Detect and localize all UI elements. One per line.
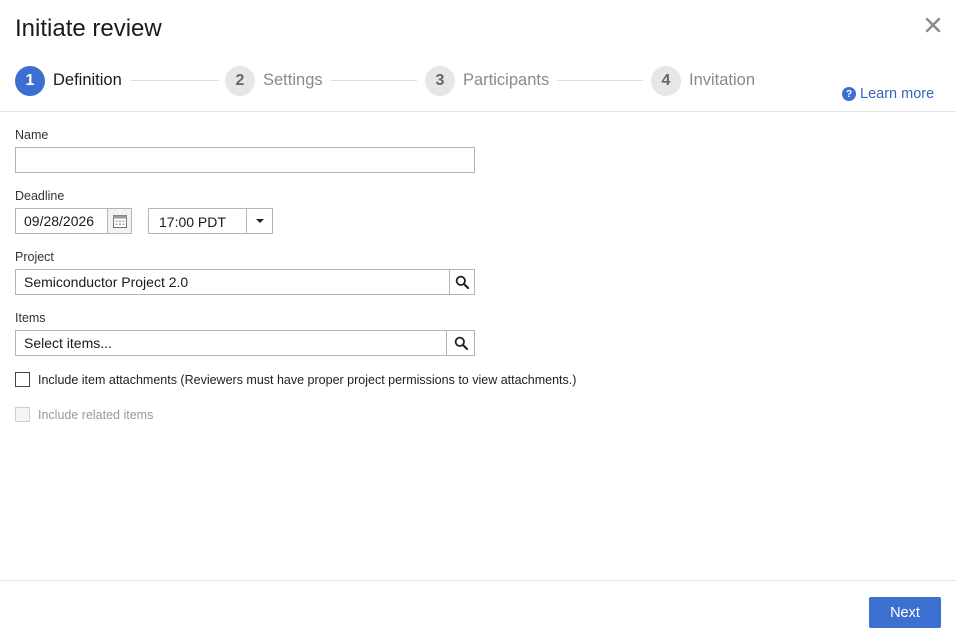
include-related-checkbox <box>15 407 30 422</box>
include-attachments-label: Include item attachments (Reviewers must… <box>38 372 577 387</box>
name-label: Name <box>15 128 49 142</box>
step-label: Participants <box>463 71 550 89</box>
close-button[interactable] <box>922 14 944 36</box>
include-related-row: Include related items <box>15 407 153 422</box>
step-connector <box>131 80 219 81</box>
step-definition[interactable]: 1 Definition <box>15 65 122 96</box>
step-number: 4 <box>651 65 681 96</box>
step-invitation[interactable]: 4 Invitation <box>651 65 755 96</box>
deadline-time-select[interactable]: 17:00 PDT <box>148 208 273 234</box>
initiate-review-dialog: Initiate review 1 Definition 2 Settings … <box>0 0 956 643</box>
step-number: 1 <box>15 65 45 96</box>
step-connector <box>331 80 417 81</box>
search-icon <box>455 275 469 289</box>
calendar-button[interactable] <box>107 208 132 234</box>
help-icon: ? <box>842 87 856 101</box>
step-connector <box>557 80 643 81</box>
step-label: Invitation <box>689 71 756 89</box>
step-label: Definition <box>53 71 122 89</box>
deadline-label: Deadline <box>15 189 65 203</box>
deadline-date-input[interactable] <box>15 208 108 234</box>
step-participants[interactable]: 3 Participants <box>425 65 549 96</box>
close-icon <box>925 17 941 33</box>
include-attachments-row: Include item attachments (Reviewers must… <box>15 372 576 387</box>
project-search-button[interactable] <box>449 269 475 295</box>
step-label: Settings <box>263 71 323 89</box>
dialog-title: Initiate review <box>15 15 162 42</box>
items-input[interactable]: Select items... <box>15 330 447 356</box>
name-input[interactable] <box>15 147 475 173</box>
footer-divider <box>0 580 956 581</box>
wizard-stepper: 1 Definition 2 Settings 3 Participants 4… <box>15 65 775 96</box>
caret-down-icon <box>255 219 264 223</box>
header-divider <box>0 111 956 112</box>
search-icon <box>454 336 468 350</box>
deadline-time-value: 17:00 PDT <box>159 214 226 230</box>
items-label: Items <box>15 311 46 325</box>
learn-more-link[interactable]: ? Learn more <box>842 86 934 102</box>
step-number: 3 <box>425 65 455 96</box>
learn-more-label: Learn more <box>860 86 935 102</box>
include-related-label: Include related items <box>38 407 154 422</box>
include-attachments-checkbox[interactable] <box>15 372 30 387</box>
time-dropdown-toggle[interactable] <box>246 209 272 233</box>
items-search-button[interactable] <box>446 330 475 356</box>
next-button[interactable]: Next <box>869 597 941 628</box>
project-label: Project <box>15 250 54 264</box>
project-input[interactable] <box>15 269 450 295</box>
step-number: 2 <box>225 65 255 96</box>
step-settings[interactable]: 2 Settings <box>225 65 323 96</box>
calendar-icon <box>112 215 127 228</box>
